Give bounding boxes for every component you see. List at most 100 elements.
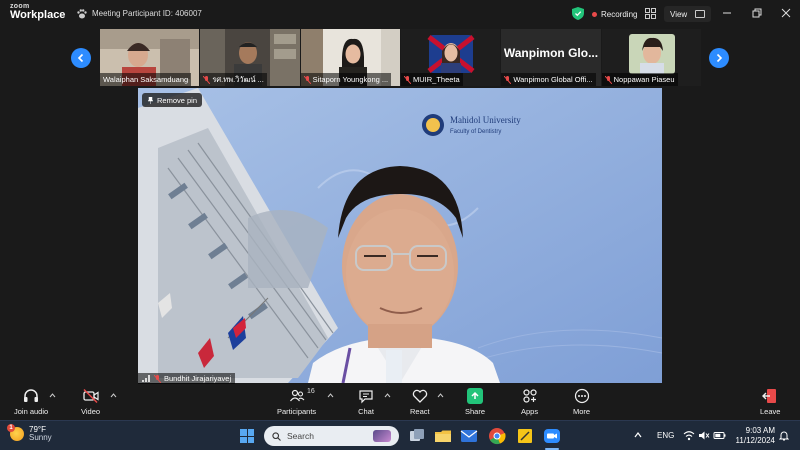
- react-label: React: [410, 407, 430, 416]
- file-explorer-icon[interactable]: [434, 427, 452, 445]
- recording-indicator[interactable]: Recording: [592, 6, 637, 22]
- participant-tile[interactable]: Sitaporn Youngkong ...: [300, 29, 400, 86]
- participant-name: Sitaporn Youngkong ...: [312, 75, 389, 84]
- background-logo-title: Mahidol University: [450, 115, 521, 125]
- speaker-name: Bundhit Jirajariyavej: [164, 374, 232, 383]
- leave-button[interactable]: Leave: [760, 388, 780, 416]
- zoom-app-icon[interactable]: [543, 427, 561, 445]
- chat-button[interactable]: Chat: [358, 388, 374, 416]
- headphones-icon: [24, 389, 39, 402]
- participant-name-tag: Noppawan Piaseu: [601, 73, 678, 86]
- view-button[interactable]: View: [664, 6, 712, 22]
- participants-button[interactable]: 16 Participants: [277, 388, 316, 416]
- join-audio-button[interactable]: Join audio: [14, 388, 48, 416]
- chevron-up-icon[interactable]: [633, 430, 643, 440]
- video-off-icon: [82, 388, 99, 404]
- weather-condition: Sunny: [29, 433, 52, 443]
- remove-pin-label: Remove pin: [157, 95, 198, 105]
- chevron-up-icon[interactable]: [110, 393, 117, 398]
- apps-button[interactable]: Apps: [521, 388, 538, 416]
- taskbar-search[interactable]: Search: [264, 426, 399, 446]
- background-logo-subtitle: Faculty of Dentistry: [450, 129, 501, 135]
- participant-strip: Walaiphan Saksamduang รศ.ทพ.วิวัฒน์ ...: [100, 29, 701, 86]
- mic-muted-icon: [303, 75, 311, 84]
- heart-icon: [412, 389, 427, 403]
- meeting-id: Meeting Participant ID: 406007: [92, 9, 202, 18]
- clock-time: 9:03 AM: [745, 426, 775, 435]
- search-highlight-image: [373, 430, 391, 442]
- video-label: Video: [81, 407, 101, 416]
- wifi-icon[interactable]: [683, 430, 695, 441]
- windows-taskbar: 1 79°F Sunny Search ENG 9:03 AM 11/12/20…: [0, 420, 800, 450]
- participant-name: รศ.ทพ.วิวัฒน์ ...: [212, 75, 264, 84]
- chevron-left-icon: [77, 53, 84, 63]
- main-speaker-video[interactable]: Mahidol University Faculty of Dentistry: [138, 88, 662, 383]
- participant-tile[interactable]: MUIR_Theeta: [400, 29, 501, 86]
- view-layout-icon: [695, 10, 706, 18]
- mic-muted-icon: [203, 75, 211, 84]
- windows-start-icon[interactable]: [240, 429, 254, 443]
- zoom-logo: zoom Workplace: [10, 3, 65, 21]
- clock-date: 11/12/2024: [735, 436, 775, 445]
- more-button[interactable]: More: [573, 388, 590, 416]
- strip-prev-button[interactable]: [71, 48, 91, 68]
- task-view-icon[interactable]: [408, 427, 426, 445]
- system-clock[interactable]: 9:03 AM 11/12/2024: [731, 426, 775, 446]
- restore-icon[interactable]: [752, 8, 762, 18]
- mic-muted-icon: [154, 374, 161, 383]
- title-bar: zoom Workplace Meeting Participant ID: 4…: [0, 0, 800, 28]
- participant-name-tag: Sitaporn Youngkong ...: [300, 73, 392, 86]
- view-label: View: [670, 9, 688, 19]
- chat-icon: [359, 390, 373, 404]
- share-button[interactable]: Share: [465, 388, 485, 416]
- language-indicator[interactable]: ENG: [657, 431, 674, 440]
- paw-icon[interactable]: [76, 8, 88, 20]
- recording-dot-icon: [592, 11, 597, 17]
- participants-label: Participants: [277, 407, 317, 416]
- meeting-toolbar: Join audio Video 16 Participants Chat Re…: [0, 385, 800, 420]
- chevron-up-icon[interactable]: [437, 393, 444, 398]
- participant-name: Noppawan Piaseu: [613, 75, 675, 84]
- chevron-up-icon[interactable]: [384, 393, 391, 398]
- logo-bottom-text: Workplace: [10, 9, 66, 21]
- participant-name: Wanpimon Global Offi...: [513, 75, 593, 84]
- more-label: More: [573, 407, 591, 416]
- participant-tile[interactable]: Walaiphan Saksamduang: [100, 29, 200, 86]
- participant-name-tag: Wanpimon Global Offi...: [501, 73, 596, 86]
- remove-pin-button[interactable]: Remove pin: [142, 93, 203, 107]
- notes-app-icon[interactable]: [516, 427, 534, 445]
- leave-icon: [762, 389, 777, 403]
- chevron-right-icon: [716, 53, 723, 63]
- shield-check-icon[interactable]: [572, 7, 584, 20]
- participant-tile[interactable]: Wanpimon Glo... Wanpimon Global Offi...: [501, 29, 601, 86]
- notification-bell-icon[interactable]: [779, 430, 789, 441]
- grid-icon[interactable]: [645, 8, 656, 19]
- participant-tile[interactable]: รศ.ทพ.วิวัฒน์ ...: [200, 29, 300, 86]
- weather-badge: 1: [7, 424, 15, 433]
- speaker-muted-icon[interactable]: [698, 430, 710, 441]
- search-icon: [272, 431, 281, 441]
- chat-label: Chat: [358, 407, 374, 416]
- react-button[interactable]: React: [410, 388, 430, 416]
- participant-big-name: Wanpimon Glo...: [503, 46, 599, 60]
- chrome-icon[interactable]: [488, 427, 506, 445]
- chevron-up-icon[interactable]: [327, 393, 334, 398]
- chevron-up-icon[interactable]: [49, 393, 56, 398]
- participants-count: 16: [307, 388, 315, 395]
- minimize-icon[interactable]: [722, 8, 732, 18]
- close-icon[interactable]: [781, 8, 791, 18]
- participant-name: Walaiphan Saksamduang: [103, 75, 189, 84]
- participant-name-tag: MUIR_Theeta: [400, 73, 463, 86]
- participants-icon: [289, 389, 304, 402]
- battery-icon[interactable]: [713, 430, 726, 441]
- video-button[interactable]: Video: [81, 388, 100, 416]
- apps-icon: [522, 389, 537, 403]
- participant-tile[interactable]: Noppawan Piaseu: [601, 29, 701, 86]
- leave-label: Leave: [760, 407, 781, 416]
- participant-name-tag: Walaiphan Saksamduang: [100, 73, 192, 86]
- strip-next-button[interactable]: [709, 48, 729, 68]
- participant-name: MUIR_Theeta: [412, 75, 460, 84]
- weather-widget[interactable]: 1 79°F Sunny: [7, 424, 52, 443]
- mic-muted-icon: [403, 75, 411, 84]
- mail-app-icon[interactable]: [460, 427, 478, 445]
